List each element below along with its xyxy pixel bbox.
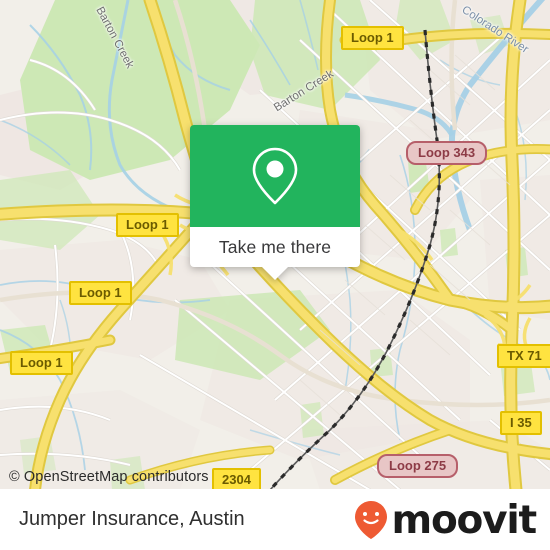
take-me-there-label: Take me there bbox=[218, 236, 332, 257]
map-pin-icon bbox=[252, 147, 298, 205]
road-shield-i-35[interactable]: I 35 bbox=[500, 411, 542, 435]
moovit-brand[interactable]: moovit bbox=[354, 497, 538, 543]
popup-icon-area bbox=[190, 125, 360, 227]
road-shield-loop-1-south[interactable]: Loop 1 bbox=[10, 351, 73, 375]
destination-popup-card[interactable]: Take me there bbox=[190, 125, 360, 280]
road-shield-loop-343[interactable]: Loop 343 bbox=[406, 141, 488, 165]
road-shield-2304[interactable]: 2304 bbox=[212, 468, 261, 490]
screenshot-root: Barton Creek Barton Creek Colorado River… bbox=[0, 0, 550, 550]
road-shield-loop-1-center[interactable]: Loop 1 bbox=[69, 281, 132, 305]
popup-pointer bbox=[262, 267, 288, 280]
place-title: Jumper Insurance, Austin bbox=[19, 508, 245, 530]
moovit-wordmark: moovit bbox=[391, 497, 538, 543]
road-shield-loop-275[interactable]: Loop 275 bbox=[377, 454, 459, 478]
moovit-pin-icon bbox=[354, 501, 387, 539]
popup-action-area[interactable]: Take me there bbox=[190, 227, 360, 267]
road-shield-tx-71[interactable]: TX 71 bbox=[497, 344, 550, 368]
road-shield-loop-1-mid[interactable]: Loop 1 bbox=[116, 213, 179, 237]
road-shield-loop-1-north[interactable]: Loop 1 bbox=[341, 26, 404, 50]
osm-attribution[interactable]: © OpenStreetMap contributors bbox=[9, 469, 209, 485]
